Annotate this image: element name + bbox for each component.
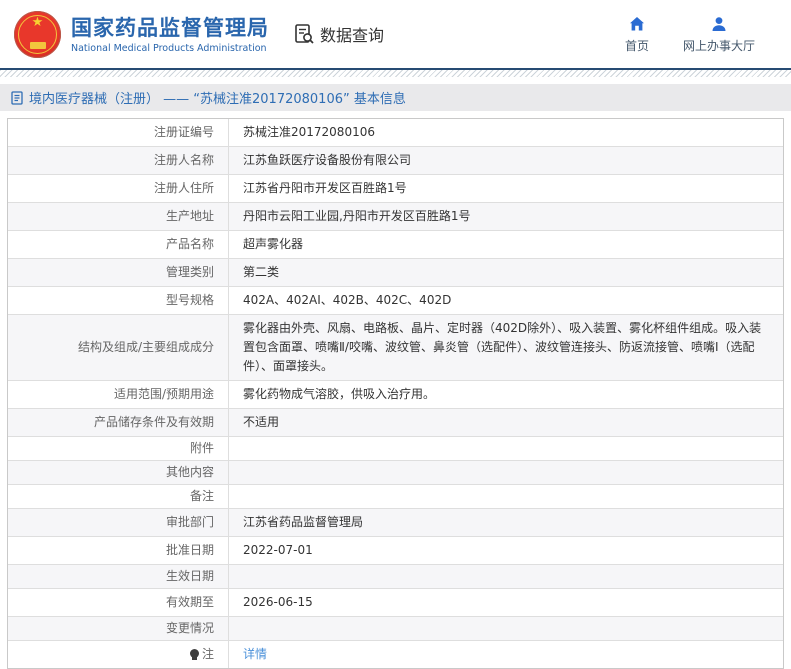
nav-service-hall-label: 网上办事大厅 <box>682 38 755 53</box>
nav-service-hall[interactable]: 网上办事大厅 <box>683 15 755 54</box>
row-value: 第二类 <box>228 259 783 286</box>
row-value: 雾化器由外壳、风扇、电路板、晶片、定时器（402D除外）、吸入装置、雾化杯组件组… <box>228 315 783 380</box>
site-header: ★ 国家药品监督管理局 National Medical Products Ad… <box>0 0 791 68</box>
row-label: 审批部门 <box>165 515 214 529</box>
table-row: 适用范围/预期用途 雾化药物成气溶胶，供吸入治疗用。 <box>8 381 783 409</box>
row-label: 附件 <box>189 441 214 455</box>
table-row: 产品名称 超声雾化器 <box>8 231 783 259</box>
table-row: 产品储存条件及有效期 不适用 <box>8 409 783 437</box>
site-title: 国家药品监督管理局 <box>71 15 269 40</box>
home-icon <box>628 15 646 33</box>
row-value: 2022-07-01 <box>228 537 783 564</box>
table-row: 管理类别 第二类 <box>8 259 783 287</box>
row-label: 生产地址 <box>165 209 214 223</box>
data-query-nav[interactable]: 数据查询 <box>293 22 384 46</box>
brand-text: 国家药品监督管理局 National Medical Products Admi… <box>71 15 269 54</box>
row-label: 备注 <box>189 489 214 503</box>
row-value <box>228 565 783 588</box>
row-label: 适用范围/预期用途 <box>113 387 214 401</box>
row-value <box>228 437 783 460</box>
table-row: 备注 <box>8 485 783 509</box>
note-bulb-icon <box>189 649 199 660</box>
row-label: 管理类别 <box>165 265 214 279</box>
row-value: 2026-06-15 <box>228 589 783 616</box>
row-value: 402A、402AI、402B、402C、402D <box>228 287 783 314</box>
row-value <box>228 485 783 508</box>
detail-link[interactable]: 详情 <box>243 645 267 664</box>
table-row: 结构及组成/主要组成成分 雾化器由外壳、风扇、电路板、晶片、定时器（402D除外）… <box>8 315 783 381</box>
table-row: 变更情况 <box>8 617 783 641</box>
row-value <box>228 461 783 484</box>
row-value: 雾化药物成气溶胶，供吸入治疗用。 <box>228 381 783 408</box>
detail-table: 注册证编号 苏械注准20172080106 注册人名称 江苏鱼跃医疗设备股份有限公司注… <box>7 118 784 669</box>
top-nav: 首页 网上办事大厅 <box>625 15 777 54</box>
row-value: 超声雾化器 <box>228 231 783 258</box>
row-label: 生效日期 <box>165 569 214 583</box>
emblem-star: ★ <box>31 14 44 30</box>
row-value: 江苏省丹阳市开发区百胜路1号 <box>228 175 783 202</box>
table-row: 批准日期 2022-07-01 <box>8 537 783 565</box>
row-value: 丹阳市云阳工业园,丹阳市开发区百胜路1号 <box>228 203 783 230</box>
table-row: 注册人名称 江苏鱼跃医疗设备股份有限公司 <box>8 147 783 175</box>
row-label: 产品储存条件及有效期 <box>93 415 214 429</box>
row-label: 注册人名称 <box>153 153 214 167</box>
data-query-icon <box>293 23 315 45</box>
row-label: 注 <box>8 641 228 668</box>
row-label: 有效期至 <box>165 595 214 609</box>
table-row: 注册人住所 江苏省丹阳市开发区百胜路1号 <box>8 175 783 203</box>
row-value: 详情 <box>228 641 783 668</box>
brand[interactable]: ★ 国家药品监督管理局 National Medical Products Ad… <box>14 10 269 58</box>
nmpa-emblem-logo: ★ <box>14 10 61 58</box>
row-label: 结构及组成/主要组成成分 <box>77 340 214 354</box>
row-label: 产品名称 <box>165 237 214 251</box>
document-icon <box>10 90 24 105</box>
row-label: 其他内容 <box>165 465 214 479</box>
table-row: 注详情 <box>8 641 783 668</box>
user-icon <box>710 15 728 33</box>
table-row: 生产地址 丹阳市云阳工业园,丹阳市开发区百胜路1号 <box>8 203 783 231</box>
row-value <box>228 617 783 640</box>
data-query-label: 数据查询 <box>320 26 385 45</box>
table-row: 型号规格 402A、402AI、402B、402C、402D <box>8 287 783 315</box>
table-row: 其他内容 <box>8 461 783 485</box>
table-row: 审批部门 江苏省药品监督管理局 <box>8 509 783 537</box>
table-row: 生效日期 <box>8 565 783 589</box>
nav-home-label: 首页 <box>624 38 649 53</box>
row-label: 注册人住所 <box>153 181 214 195</box>
nav-home[interactable]: 首页 <box>625 15 649 54</box>
page-title: 境内医疗器械（注册） —— “苏械注准20172080106” 基本信息 <box>29 92 406 107</box>
row-value: 不适用 <box>228 409 783 436</box>
row-label: 型号规格 <box>165 293 214 307</box>
table-row: 注册证编号 苏械注准20172080106 <box>8 119 783 147</box>
table-row: 附件 <box>8 437 783 461</box>
row-value: 江苏省药品监督管理局 <box>228 509 783 536</box>
row-value: 苏械注准20172080106 <box>228 119 783 146</box>
row-value: 江苏鱼跃医疗设备股份有限公司 <box>228 147 783 174</box>
row-label: 变更情况 <box>165 621 214 635</box>
header-hatch-band <box>0 70 791 77</box>
row-label: 注册证编号 <box>153 125 214 139</box>
table-row: 有效期至 2026-06-15 <box>8 589 783 617</box>
emblem-gate <box>29 41 46 49</box>
page-title-bar: 境内医疗器械（注册） —— “苏械注准20172080106” 基本信息 <box>0 84 791 111</box>
site-subtitle: National Medical Products Administration <box>71 42 267 54</box>
row-label: 批准日期 <box>165 543 214 557</box>
